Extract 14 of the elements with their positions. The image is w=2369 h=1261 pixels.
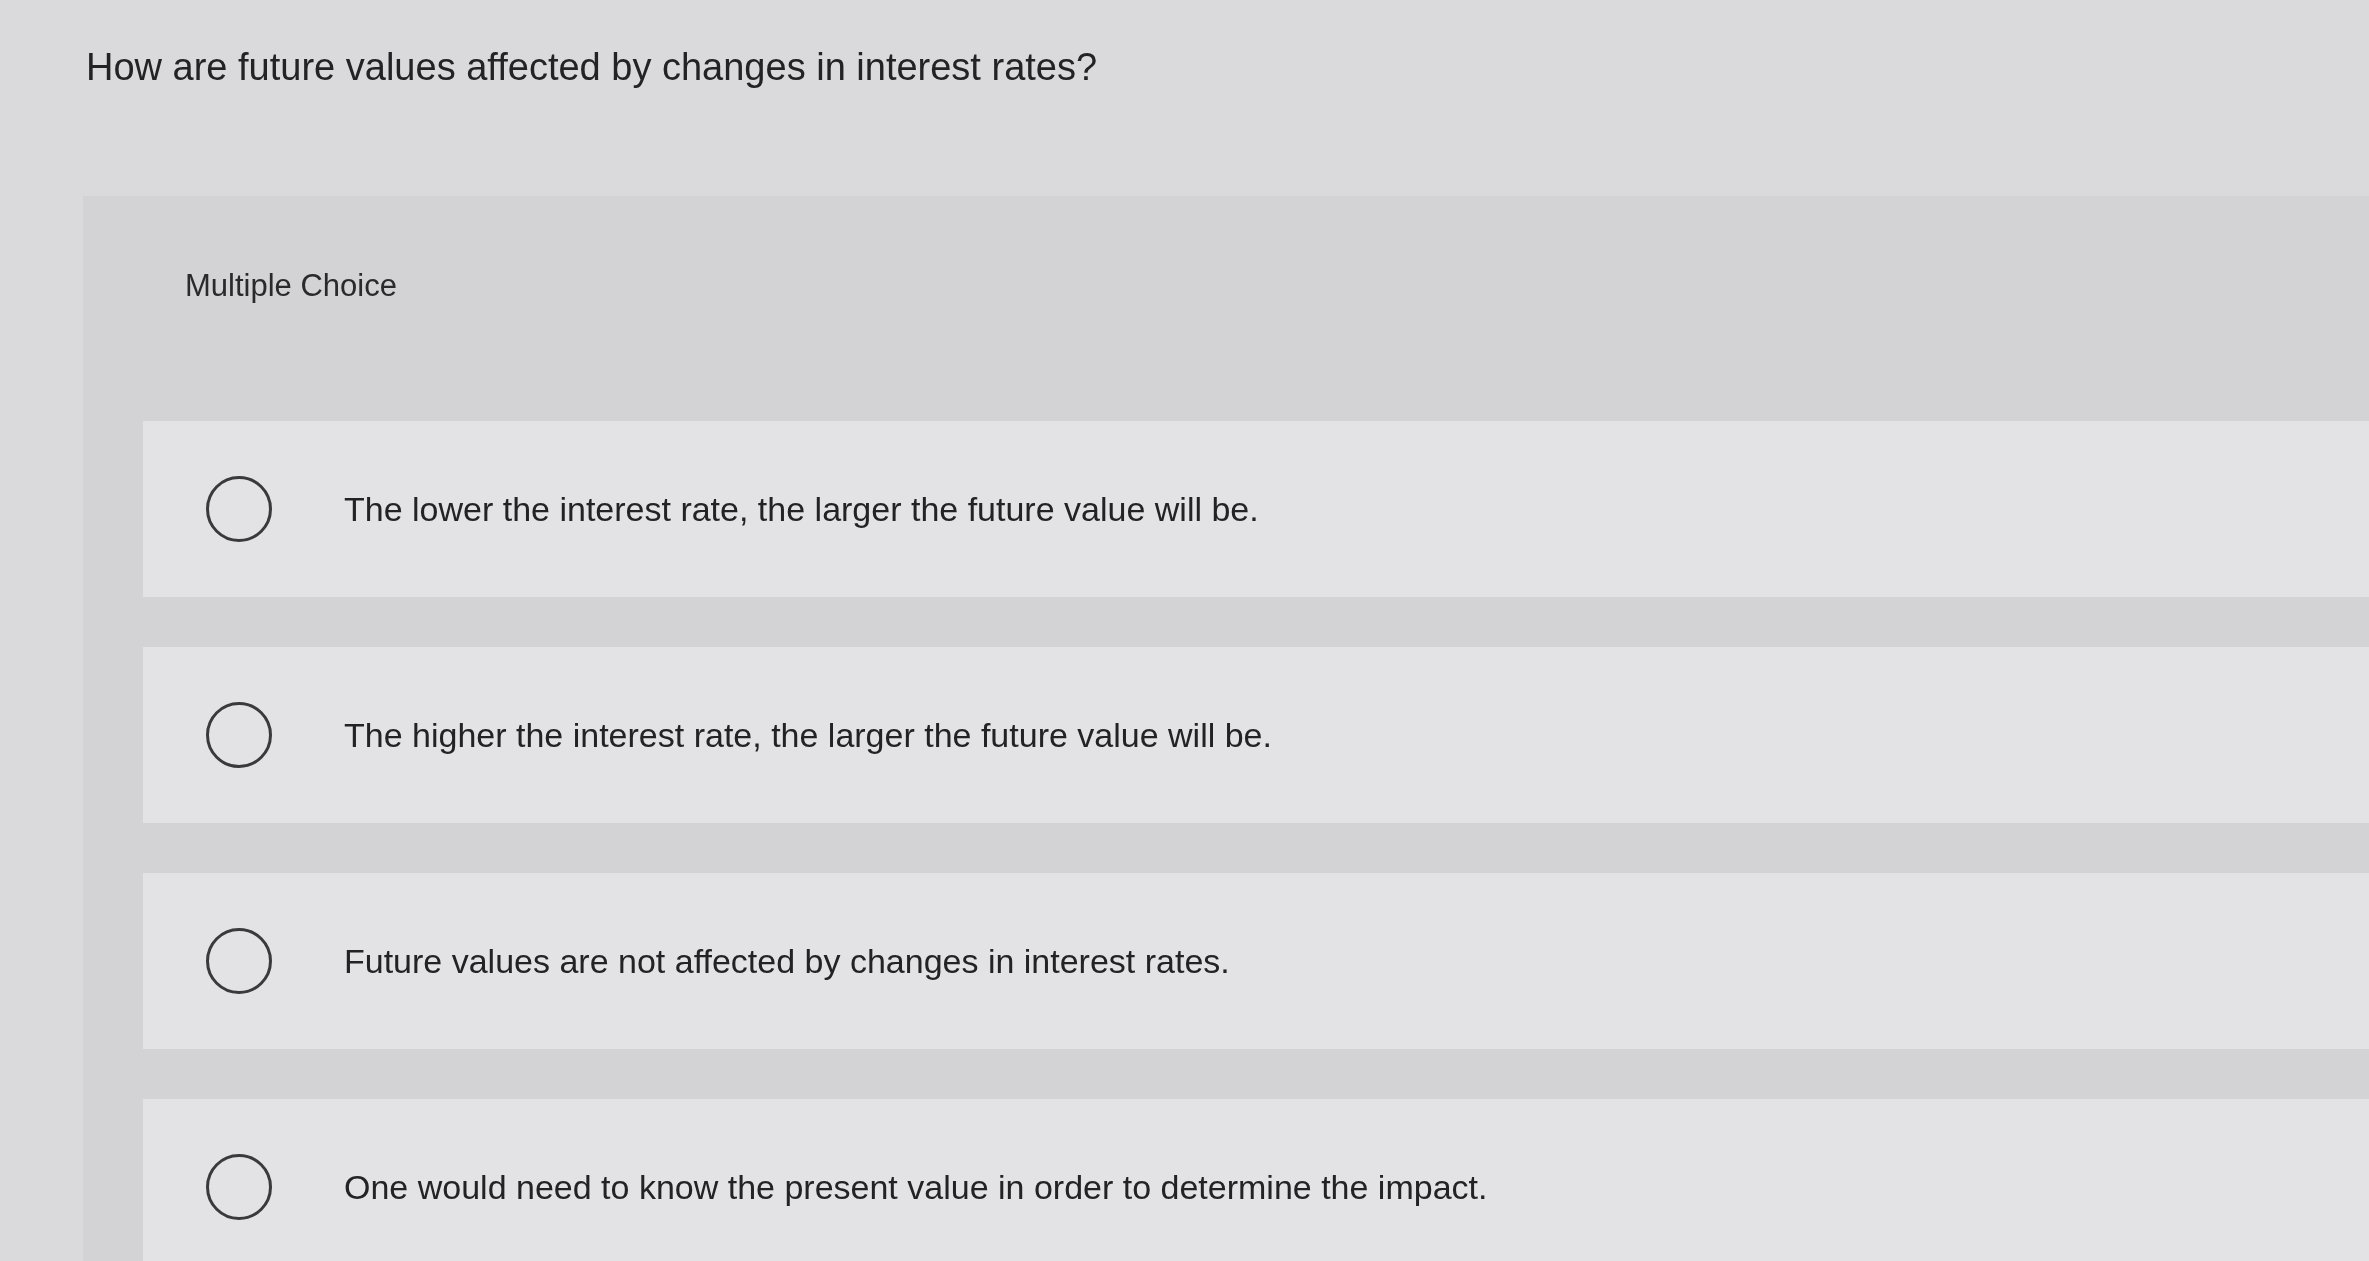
answer-option[interactable]: One would need to know the present value in order to determine the impact. <box>143 1099 2369 1261</box>
question-text: How are future values affected by changes in interest rates? <box>86 45 1098 90</box>
option-text: The lower the interest rate, the larger the future value will be. <box>344 489 1259 530</box>
answer-option[interactable]: The higher the interest rate, the larger the future value will be. <box>143 647 2369 823</box>
radio-button[interactable] <box>206 702 272 768</box>
option-text: Future values are not affected by changes in interest rates. <box>344 941 1230 982</box>
option-text: The higher the interest rate, the larger the future value will be. <box>344 715 1272 756</box>
question-type-label: Multiple Choice <box>185 267 397 305</box>
radio-button[interactable] <box>206 476 272 542</box>
option-text: One would need to know the present value in order to determine the impact. <box>344 1167 1488 1208</box>
radio-button[interactable] <box>206 928 272 994</box>
answer-option[interactable]: Future values are not affected by changes in interest rates. <box>143 873 2369 1049</box>
answer-option[interactable]: The lower the interest rate, the larger the future value will be. <box>143 421 2369 597</box>
radio-button[interactable] <box>206 1154 272 1220</box>
